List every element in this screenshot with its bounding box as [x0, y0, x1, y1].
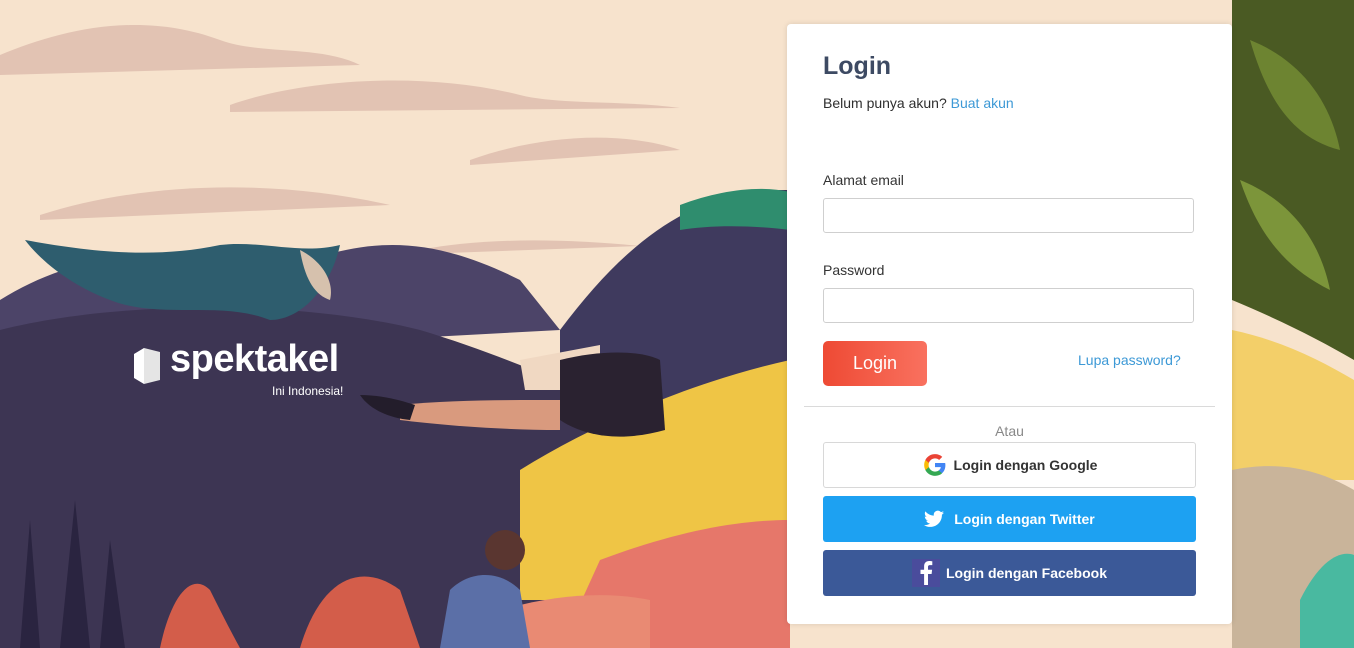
- login-title: Login: [823, 52, 892, 80]
- facebook-login-label: Login dengan Facebook: [945, 565, 1107, 581]
- brand-name: spektakel: [170, 338, 339, 380]
- twitter-login-label: Login dengan Twitter: [954, 511, 1095, 527]
- no-account-text: Belum punya akun?: [823, 95, 951, 111]
- signup-link[interactable]: Buat akun: [951, 95, 1014, 111]
- twitter-icon: [924, 510, 945, 528]
- twitter-login-button[interactable]: Login dengan Twitter: [823, 496, 1196, 542]
- forgot-password-link[interactable]: Lupa password?: [1078, 352, 1181, 368]
- google-login-button[interactable]: Login dengan Google: [823, 442, 1196, 488]
- login-button[interactable]: Login: [823, 341, 927, 386]
- google-login-label: Login dengan Google: [953, 457, 1098, 473]
- signup-prompt: Belum punya akun? Buat akun: [823, 95, 1014, 111]
- brand-tagline: Ini Indonesia!: [272, 384, 344, 398]
- email-field[interactable]: [823, 198, 1194, 233]
- google-icon: [922, 452, 948, 478]
- or-separator: Atau: [995, 423, 1024, 439]
- email-label: Alamat email: [823, 172, 904, 188]
- password-field[interactable]: [823, 288, 1194, 323]
- facebook-login-button[interactable]: Login dengan Facebook: [823, 550, 1196, 596]
- brand-mark-icon: [134, 348, 160, 384]
- divider: [804, 406, 1215, 407]
- login-card: Login Belum punya akun? Buat akun Alamat…: [787, 24, 1232, 624]
- password-label: Password: [823, 262, 885, 278]
- facebook-icon: [911, 559, 940, 587]
